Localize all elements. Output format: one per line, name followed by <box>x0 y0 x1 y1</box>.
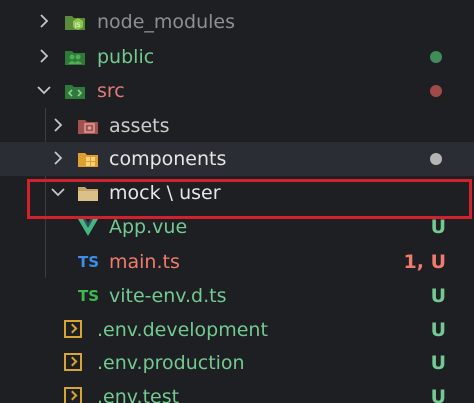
git-status-label: U <box>430 216 446 238</box>
tree-item-public[interactable]: public <box>0 40 474 74</box>
tree-item-env-development[interactable]: .env.development U <box>0 313 474 347</box>
git-status-label: U <box>430 285 446 307</box>
tree-item-label: vite-env.d.ts <box>109 285 227 307</box>
tree-item-label: node_modules <box>97 11 236 33</box>
git-status-dot <box>430 85 442 97</box>
chevron-right-icon[interactable] <box>36 13 52 29</box>
tree-item-app-vue[interactable]: App.vue U <box>0 210 474 244</box>
chevron-right-icon[interactable] <box>50 117 66 133</box>
git-status-label: U <box>430 319 446 341</box>
tree-item-main-ts[interactable]: TS main.ts 1, U <box>0 245 474 279</box>
tree-item-label: public <box>97 46 155 68</box>
git-status-label: U <box>430 386 446 403</box>
tree-item-label: components <box>109 148 227 170</box>
node-folder-icon: JS <box>65 16 85 30</box>
tree-item-label: .env.development <box>97 319 268 341</box>
git-status-label: U <box>430 352 446 374</box>
components-folder-icon <box>78 153 98 167</box>
file-explorer-tree: JS node_modules public src assets compon… <box>0 0 474 403</box>
tree-item-label: main.ts <box>109 251 180 273</box>
tree-item-label: .env.test <box>97 386 180 403</box>
tree-item-env-production[interactable]: .env.production U <box>0 346 474 380</box>
env-icon <box>64 353 82 371</box>
chevron-right-icon[interactable] <box>50 150 66 166</box>
tree-item-components[interactable]: components <box>0 142 474 176</box>
src-folder-icon <box>65 85 85 99</box>
git-status-dot <box>430 51 442 63</box>
git-status-dot <box>430 153 442 165</box>
public-folder-icon <box>65 51 85 65</box>
tree-item-label: assets <box>109 115 170 137</box>
tree-item-src[interactable]: src <box>0 74 474 108</box>
tree-item-label: src <box>97 80 125 102</box>
typescript-icon: TS <box>78 253 100 271</box>
svg-text:JS: JS <box>74 22 81 29</box>
tree-item-vite-env-d-ts[interactable]: TS vite-env.d.ts U <box>0 279 474 313</box>
tree-item-node-modules[interactable]: JS node_modules <box>0 5 474 39</box>
tree-item-label: .env.production <box>97 352 245 374</box>
tree-item-env-test[interactable]: .env.test U <box>0 380 474 403</box>
env-icon <box>64 320 82 338</box>
vue-icon <box>78 219 98 236</box>
chevron-down-icon[interactable] <box>36 82 52 98</box>
env-icon <box>64 387 82 403</box>
typescript-def-icon: TS <box>78 287 100 305</box>
tree-item-label: App.vue <box>109 216 188 238</box>
tree-item-assets[interactable]: assets <box>0 109 474 143</box>
chevron-right-icon[interactable] <box>36 48 52 64</box>
git-status-label: 1, U <box>403 251 446 273</box>
assets-folder-icon <box>78 120 98 134</box>
